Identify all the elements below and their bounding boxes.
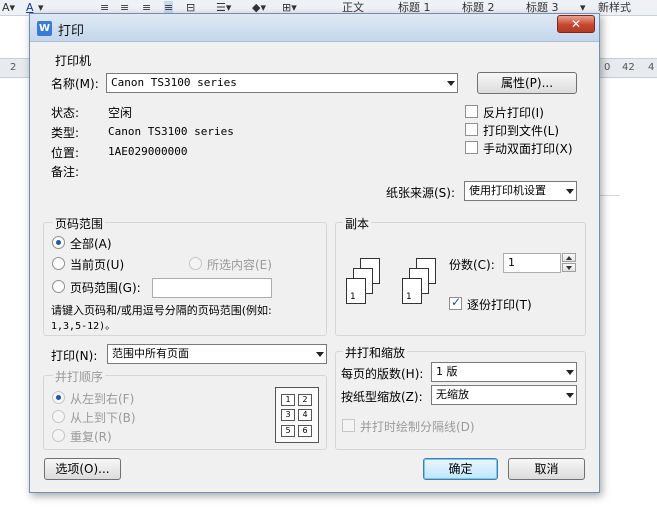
- status-value: 空闲: [108, 106, 133, 120]
- order-preview-cell: 5: [281, 425, 295, 437]
- printer-group-title: 打印机: [55, 54, 92, 68]
- manual-duplex-checkbox[interactable]: [465, 141, 478, 154]
- order-preview-cell: 6: [298, 425, 312, 437]
- print-what-value: 范围中所有页面: [112, 347, 189, 360]
- chevron-down-icon: [566, 189, 574, 194]
- pages-per-sheet-value: 1 版: [436, 365, 458, 378]
- copy-page: 1: [346, 278, 366, 304]
- printer-name-select[interactable]: Canon TS3100 series: [106, 73, 458, 93]
- range-selection-label[interactable]: 所选内容(E): [207, 256, 272, 273]
- reverse-print-label[interactable]: 反片打印(I): [483, 104, 544, 121]
- scale-value: 无缩放: [436, 388, 469, 401]
- order-title: 并打顺序: [53, 368, 106, 385]
- copies-decrement[interactable]: [562, 263, 576, 272]
- order-top-bottom-label[interactable]: 从上到下(B): [70, 409, 136, 426]
- order-preview-cell: 4: [298, 409, 312, 421]
- copies-input[interactable]: 1: [503, 253, 561, 273]
- comment-label: 备注:: [51, 165, 80, 179]
- draw-borders-label[interactable]: 并打时绘制分隔线(D): [360, 418, 475, 435]
- range-pages-radio[interactable]: [52, 280, 65, 293]
- type-value: Canon TS3100 series: [108, 125, 234, 138]
- print-dialog: W 打印 ✕ 打印机 名称(M): Canon TS3100 series 属性…: [29, 13, 600, 493]
- chevron-down-icon: [566, 370, 574, 375]
- printer-name-value: Canon TS3100 series: [111, 76, 237, 89]
- draw-borders-checkbox[interactable]: [342, 419, 355, 432]
- options-button[interactable]: 选项(O)...: [44, 458, 121, 480]
- order-top-bottom-radio[interactable]: [52, 410, 65, 423]
- chevron-down-icon: [316, 352, 324, 357]
- order-left-right-radio[interactable]: [52, 391, 65, 404]
- location-label: 位置:: [51, 146, 80, 160]
- print-to-file-checkbox[interactable]: [465, 123, 478, 136]
- range-all-label[interactable]: 全部(A): [70, 235, 112, 252]
- close-button[interactable]: ✕: [557, 15, 595, 33]
- range-selection-radio[interactable]: [189, 257, 202, 270]
- range-current-label[interactable]: 当前页(U): [70, 256, 124, 273]
- copies-increment[interactable]: [562, 253, 576, 262]
- order-preview-cell: 1: [281, 394, 295, 406]
- ruler-number: 42: [622, 62, 635, 73]
- type-label: 类型:: [51, 126, 80, 140]
- order-repeat-radio[interactable]: [52, 429, 65, 442]
- copy-page: 1: [402, 278, 422, 304]
- ok-button[interactable]: 确定: [423, 458, 498, 480]
- collate-label[interactable]: 逐份打印(T): [467, 296, 532, 313]
- ruler-number: 2: [10, 62, 17, 73]
- location-value: 1AE029000000: [108, 145, 188, 158]
- page-range-title: 页码范围: [53, 215, 106, 232]
- scale-label: 按纸型缩放(Z):: [341, 390, 423, 404]
- copies-illustration: 3 2 1: [346, 258, 396, 308]
- zoom-title: 并打和缩放: [343, 344, 408, 361]
- collate-checkbox[interactable]: [449, 295, 462, 310]
- cancel-button[interactable]: 取消: [508, 458, 585, 480]
- order-preview-cell: 2: [298, 394, 312, 406]
- reverse-print-checkbox[interactable]: [465, 105, 478, 118]
- printer-name-label: 名称(M):: [51, 77, 99, 91]
- order-left-right-label[interactable]: 从左到右(F): [70, 390, 134, 407]
- ruler-number: 0: [604, 62, 611, 73]
- range-pages-label[interactable]: 页码范围(G):: [70, 279, 141, 296]
- order-repeat-label[interactable]: 重复(R): [70, 428, 112, 445]
- chevron-down-icon: [447, 81, 455, 86]
- range-current-radio[interactable]: [52, 257, 65, 270]
- pages-per-sheet-select[interactable]: 1 版: [431, 362, 577, 382]
- ruler-number: 4: [648, 62, 655, 73]
- paper-source-value: 使用打印机设置: [469, 184, 546, 197]
- print-what-select[interactable]: 范围中所有页面: [107, 344, 327, 364]
- print-to-file-label[interactable]: 打印到文件(L): [483, 122, 559, 139]
- status-label: 状态:: [51, 106, 80, 120]
- wps-app-icon: W: [37, 21, 52, 36]
- style-new: 新样式: [598, 1, 631, 14]
- copies-illustration: 3 2 1: [402, 258, 452, 308]
- order-preview: 1 2 3 4 5 6: [275, 387, 319, 443]
- manual-duplex-label[interactable]: 手动双面打印(X): [483, 140, 573, 157]
- scale-select[interactable]: 无缩放: [431, 385, 577, 405]
- dialog-title: 打印: [58, 24, 85, 39]
- dialog-titlebar[interactable]: W 打印 ✕: [30, 14, 599, 42]
- paper-source-select[interactable]: 使用打印机设置: [464, 181, 577, 201]
- paper-source-label: 纸张来源(S):: [386, 186, 456, 200]
- print-what-label: 打印(N):: [51, 349, 98, 363]
- range-all-radio[interactable]: [52, 236, 65, 249]
- font-size-icon: A▾: [2, 1, 16, 14]
- page-range-hint: 请键入页码和/或用逗号分隔的页码范围(例如:: [51, 304, 272, 317]
- order-preview-cell: 3: [281, 409, 295, 421]
- page-range-input[interactable]: [152, 278, 272, 298]
- copies-label: 份数(C):: [449, 258, 495, 272]
- copies-title: 副本: [343, 215, 372, 232]
- chevron-down-icon: [566, 393, 574, 398]
- pages-per-sheet-label: 每页的版数(H):: [341, 367, 424, 381]
- properties-button[interactable]: 属性(P)...: [477, 72, 577, 94]
- page-range-hint-example: 1,3,5-12)。: [51, 321, 116, 332]
